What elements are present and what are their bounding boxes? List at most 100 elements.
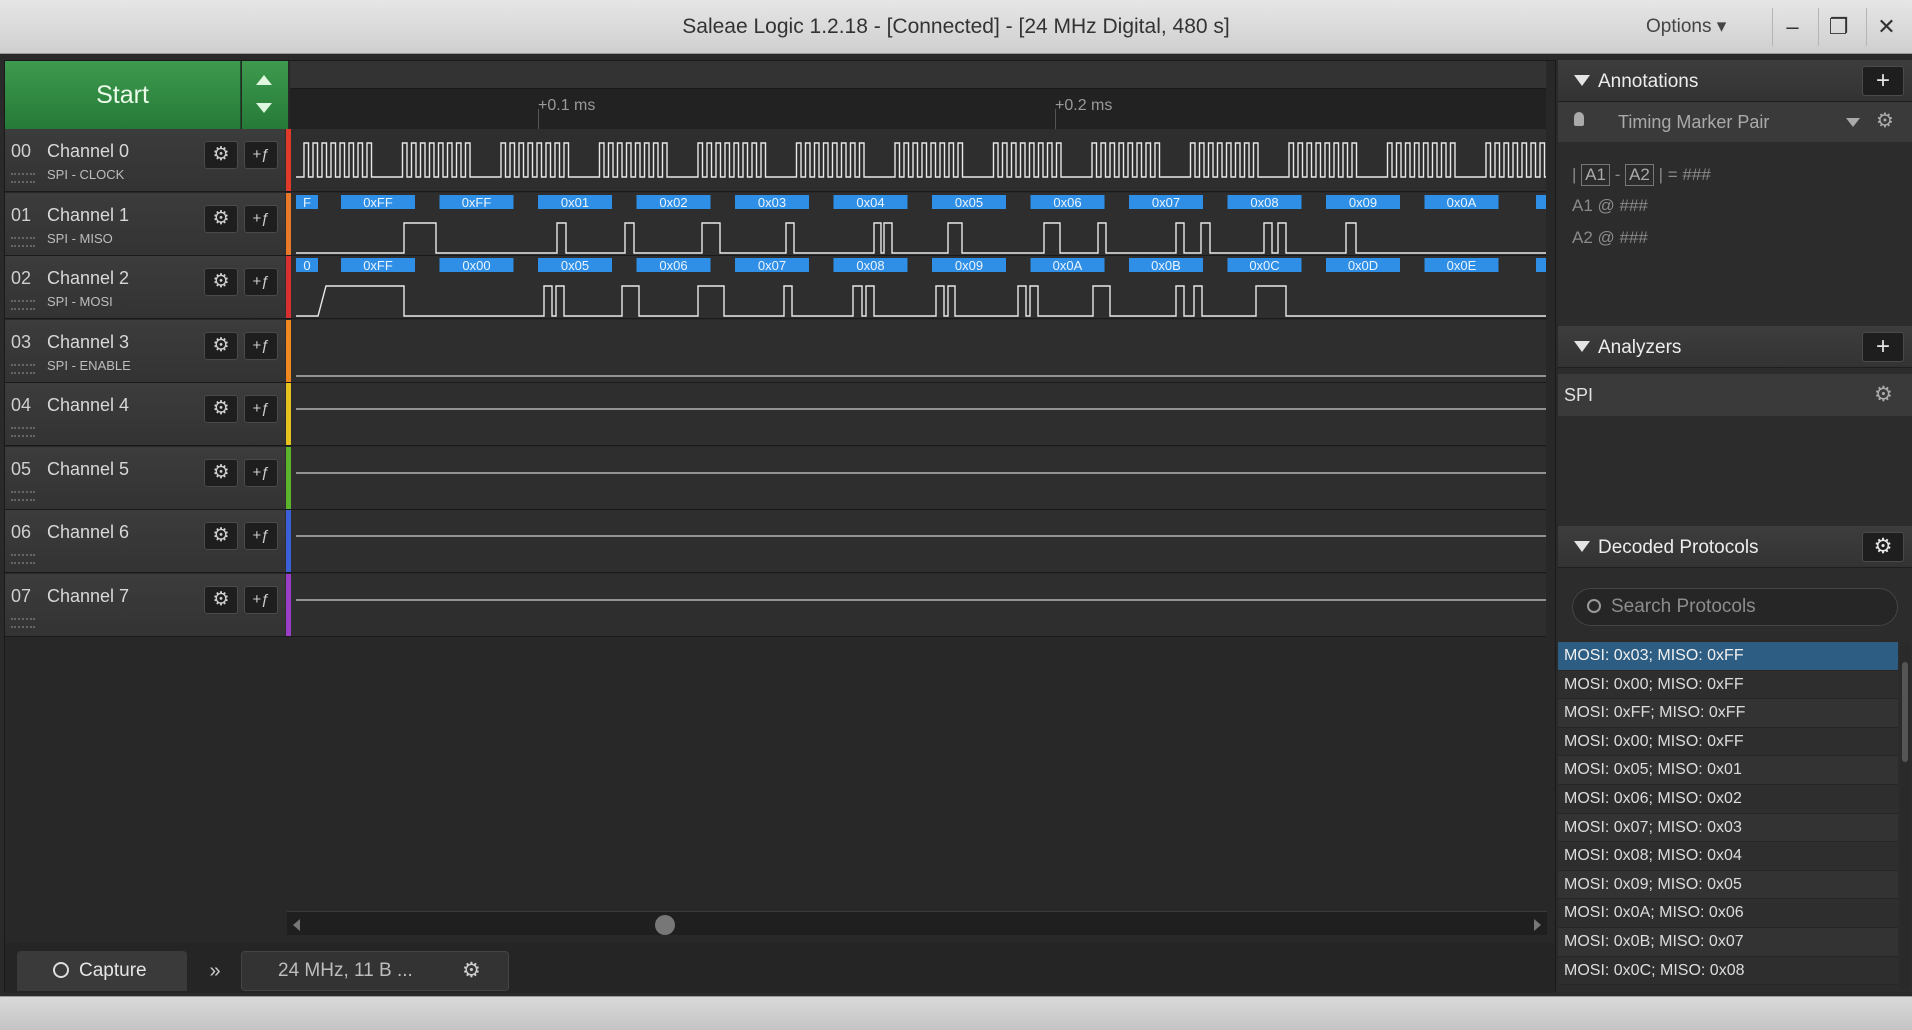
channel-name[interactable]: Channel 5 [47,459,129,480]
restore-icon[interactable]: ❐ [1818,8,1858,46]
decoded-protocol-row[interactable]: MOSI: 0x0C; MISO: 0x08 [1558,956,1898,986]
channel-row[interactable]: 06 Channel 6 ⚙ +ƒ [5,510,1546,573]
marker-gear-icon[interactable]: ⚙ [1876,108,1894,133]
channel-gear-icon[interactable]: ⚙ [204,331,238,360]
channel-name[interactable]: Channel 4 [47,395,129,416]
capture-tab[interactable]: Capture [17,951,187,991]
channel-waveform[interactable] [296,510,1546,572]
channel-row[interactable]: 05 Channel 5 ⚙ +ƒ [5,446,1546,510]
decoded-protocol-row[interactable]: MOSI: 0x06; MISO: 0x02 [1558,784,1898,814]
channel-trigger-icon[interactable]: +ƒ [244,268,278,296]
channel-label[interactable]: 00 Channel 0 SPI - CLOCK ⚙ +ƒ [5,129,285,191]
channel-gear-icon[interactable]: ⚙ [204,141,238,169]
scroll-thumb[interactable] [655,915,675,935]
analyzer-gear-icon[interactable]: ⚙ [1874,382,1893,407]
decoded-protocol-row[interactable]: MOSI: 0x03; MISO: 0xFF [1558,642,1898,671]
channel-waveform[interactable] [296,320,1546,382]
annotations-header[interactable]: Annotations + [1558,60,1912,102]
channel-trigger-icon[interactable]: +ƒ [244,458,278,487]
decoded-protocol-row[interactable]: MOSI: 0x09; MISO: 0x05 [1558,870,1898,900]
drag-handle-icon[interactable] [11,490,35,501]
scroll-right-icon[interactable] [1534,919,1541,931]
drag-handle-icon[interactable] [11,427,35,437]
decoded-protocol-row[interactable]: MOSI: 0x0A; MISO: 0x06 [1558,899,1898,928]
drag-handle-icon[interactable] [11,300,35,310]
options-menu-button[interactable]: Options ▾ [1632,12,1740,42]
time-ruler[interactable]: +0.1 ms +0.2 ms [290,61,1546,129]
channel-row[interactable]: 00 Channel 0 SPI - CLOCK ⚙ +ƒ [5,129,1546,192]
vertical-scroll-thumb[interactable] [1902,662,1908,762]
decoded-protocol-row[interactable]: MOSI: 0x0B; MISO: 0x07 [1558,927,1898,957]
drag-handle-icon[interactable] [11,173,35,183]
channel-name[interactable]: Channel 0 [47,141,129,162]
channel-trigger-icon[interactable]: +ƒ [244,331,278,360]
channel-gear-icon[interactable]: ⚙ [204,522,238,550]
collapse-triangle-icon[interactable] [1574,341,1590,352]
channel-label[interactable]: 02 Channel 2 SPI - MOSI ⚙ +ƒ [5,256,285,318]
marker-a2-box[interactable]: A2 [1625,164,1654,186]
timing-marker-pair-row[interactable]: Timing Marker Pair ⚙ [1558,102,1912,142]
channel-gear-icon[interactable]: ⚙ [204,458,238,487]
decoded-protocol-row[interactable]: MOSI: 0xFF; MISO: 0xFF [1558,699,1898,728]
channel-name[interactable]: Channel 2 [47,268,129,289]
drag-handle-icon[interactable] [11,554,35,564]
decoded-protocol-row[interactable]: MOSI: 0x08; MISO: 0x04 [1558,842,1898,871]
channel-label[interactable]: 04 Channel 4 ⚙ +ƒ [5,383,285,445]
channel-trigger-icon[interactable]: +ƒ [244,585,278,614]
channel-trigger-icon[interactable]: +ƒ [244,522,278,550]
channel-label[interactable]: 01 Channel 1 SPI - MISO ⚙ +ƒ [5,192,285,255]
start-options-button[interactable] [242,61,288,129]
channel-waveform[interactable]: F 0xFF 0xFF 0x01 0x02 0x03 0x04 0x05 0x06 0x07 0x0… [296,193,1546,255]
decoded-protocol-list[interactable]: MOSI: 0x03; MISO: 0xFF MOSI: 0x00; MISO: … [1558,642,1898,990]
channel-waveform[interactable] [296,447,1546,509]
channel-gear-icon[interactable]: ⚙ [204,585,238,614]
scroll-left-icon[interactable] [293,919,300,931]
dropdown-arrow-icon[interactable] [1846,118,1860,127]
decoded-protocol-row[interactable]: MOSI: 0x05; MISO: 0x01 [1558,756,1898,785]
channel-row[interactable]: 04 Channel 4 ⚙ +ƒ [5,383,1546,446]
drag-handle-icon[interactable] [11,617,35,628]
channel-waveform[interactable] [296,574,1546,636]
channel-waveform[interactable] [296,129,1546,191]
channel-label[interactable]: 07 Channel 7 ⚙ +ƒ [5,573,285,636]
channel-row[interactable]: 07 Channel 7 ⚙ +ƒ [5,573,1546,637]
channel-gear-icon[interactable]: ⚙ [204,268,238,296]
channel-gear-icon[interactable]: ⚙ [204,204,238,233]
add-annotation-button[interactable]: + [1862,66,1904,96]
vertical-scrollbar[interactable] [1900,642,1910,990]
session-tab[interactable]: 24 MHz, 11 B ... ⚙ [241,951,509,991]
analyzers-header[interactable]: Analyzers + [1558,326,1912,368]
session-gear-icon[interactable]: ⚙ [462,952,481,990]
channel-gear-icon[interactable]: ⚙ [204,395,238,423]
close-icon[interactable]: ✕ [1866,8,1906,46]
add-analyzer-button[interactable]: + [1862,332,1904,362]
minimize-icon[interactable]: – [1772,8,1812,46]
collapse-triangle-icon[interactable] [1574,541,1590,552]
channel-name[interactable]: Channel 6 [47,522,129,543]
channel-label[interactable]: 05 Channel 5 ⚙ +ƒ [5,446,285,509]
search-protocols-input[interactable] [1611,593,1891,621]
drag-handle-icon[interactable] [11,363,35,374]
channel-waveform[interactable]: 0 0xFF 0x00 0x05 0x06 0x07 0x08 0x09 0x0A 0x0B 0x0… [296,256,1546,318]
start-button[interactable]: Start [5,61,241,129]
channel-row[interactable]: 02 Channel 2 SPI - MOSI ⚙ +ƒ 0 0xFF 0x00 0x05 0x0… [5,256,1546,319]
channel-trigger-icon[interactable]: +ƒ [244,204,278,233]
channel-label[interactable]: 03 Channel 3 SPI - ENABLE ⚙ +ƒ [5,319,285,382]
chevron-right-icon[interactable]: » [197,951,233,991]
channel-waveform[interactable] [296,383,1546,445]
decoded-protocol-row[interactable]: MOSI: 0x07; MISO: 0x03 [1558,813,1898,843]
decoded-protocol-row[interactable]: MOSI: 0x00; MISO: 0xFF [1558,727,1898,757]
search-protocols-box[interactable] [1572,588,1898,626]
channel-name[interactable]: Channel 7 [47,586,129,607]
marker-a1-box[interactable]: A1 [1581,164,1610,186]
collapse-triangle-icon[interactable] [1574,75,1590,86]
channel-row[interactable]: 01 Channel 1 SPI - MISO ⚙ +ƒ F 0xFF 0xFF 0x01 0x0… [5,192,1546,256]
horizontal-scrollbar[interactable] [287,911,1547,935]
channel-trigger-icon[interactable]: +ƒ [244,141,278,169]
decoded-protocols-header[interactable]: Decoded Protocols ⚙ [1558,526,1912,568]
decoded-protocol-row[interactable]: MOSI: 0x00; MISO: 0xFF [1558,670,1898,700]
channel-name[interactable]: Channel 3 [47,332,129,353]
channel-name[interactable]: Channel 1 [47,205,129,226]
channel-row[interactable]: 03 Channel 3 SPI - ENABLE ⚙ +ƒ [5,319,1546,383]
channel-trigger-icon[interactable]: +ƒ [244,395,278,423]
